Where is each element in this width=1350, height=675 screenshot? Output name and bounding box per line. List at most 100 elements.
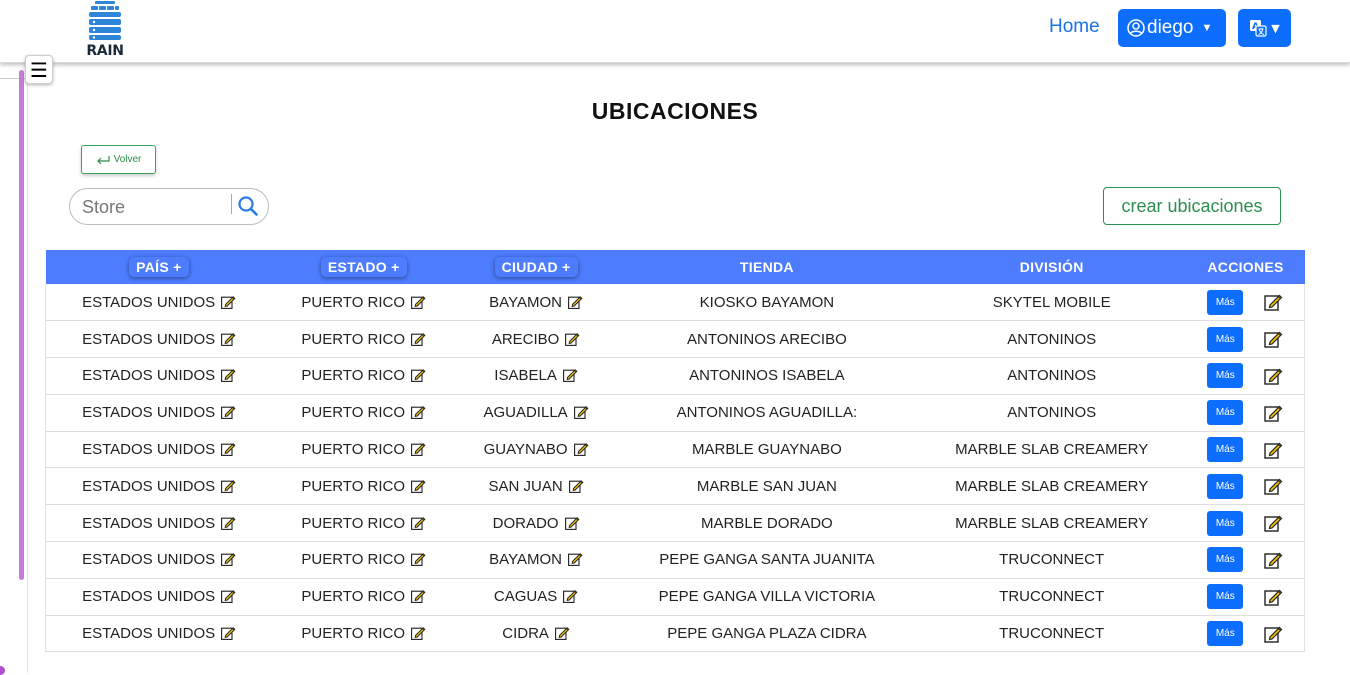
cell-division: MARBLE SLAB CREAMERY [916,504,1187,543]
edit-pais-icon[interactable] [220,367,236,383]
ciudad-value: AGUADILLA [483,404,568,422]
more-button[interactable]: Más [1207,510,1244,536]
pais-value: ESTADOS UNIDOS [82,404,216,422]
column-header-ciudad[interactable]: CIUDAD + [455,250,617,284]
edit-estado-icon[interactable] [410,404,426,420]
edit-estado-icon[interactable] [410,588,426,604]
edit-estado-icon[interactable] [410,331,426,347]
table-row: ESTADOS UNIDOS PUERTO RICO SAN JUAN MARB… [45,467,1305,506]
column-header-estado[interactable]: ESTADO + [272,250,456,284]
ciudad-value: GUAYNABO [483,441,568,459]
column-header-pais[interactable]: PAÍS + [45,250,273,284]
edit-ciudad-icon[interactable] [573,441,589,457]
edit-pais-icon[interactable] [220,331,236,347]
edit-ciudad-icon[interactable] [568,478,584,494]
more-button[interactable]: Más [1207,584,1244,610]
more-button[interactable]: Más [1207,437,1244,463]
cell-estado: PUERTO RICO [272,357,456,395]
edit-ciudad-icon[interactable] [567,551,583,567]
logo-text: RAIN [86,43,124,59]
pais-value: ESTADOS UNIDOS [82,625,216,643]
sort-estado-button[interactable]: ESTADO + [320,257,407,277]
edit-row-icon[interactable] [1263,366,1283,386]
create-location-button[interactable]: crear ubicaciones [1103,187,1281,225]
edit-ciudad-icon[interactable] [564,515,580,531]
edit-ciudad-icon[interactable] [573,404,589,420]
edit-ciudad-icon[interactable] [562,367,578,383]
table-header-row: PAÍS + ESTADO + CIUDAD + TIENDA DIVISIÓN… [45,250,1305,284]
language-menu-button[interactable]: A ▼ [1238,9,1291,47]
cell-ciudad: GUAYNABO [455,431,617,469]
more-button[interactable]: Más [1207,621,1244,647]
edit-estado-icon[interactable] [410,294,426,310]
edit-row-icon[interactable] [1263,513,1283,533]
cell-ciudad: BAYAMON [455,284,617,322]
edit-pais-icon[interactable] [220,441,236,457]
cell-acciones: Más [1186,394,1305,432]
cell-pais: ESTADOS UNIDOS [45,357,273,395]
estado-value: PUERTO RICO [301,367,406,385]
edit-row-icon[interactable] [1263,587,1283,607]
edit-row-icon[interactable] [1263,550,1283,570]
cell-pais: ESTADOS UNIDOS [45,615,273,653]
more-button[interactable]: Más [1207,289,1244,315]
pais-value: ESTADOS UNIDOS [82,588,216,606]
ciudad-value: CIDRA [502,625,549,643]
edit-estado-icon[interactable] [410,625,426,641]
edit-pais-icon[interactable] [220,588,236,604]
cell-ciudad: CIDRA [455,615,617,653]
pais-value: ESTADOS UNIDOS [82,514,216,532]
edit-row-icon[interactable] [1263,329,1283,349]
cell-estado: PUERTO RICO [272,394,456,432]
cell-division: TRUCONNECT [916,578,1187,616]
cell-division: TRUCONNECT [916,541,1187,579]
edit-row-icon[interactable] [1263,476,1283,496]
edit-pais-icon[interactable] [220,515,236,531]
estado-value: PUERTO RICO [301,588,406,606]
pais-value: ESTADOS UNIDOS [82,551,216,569]
edit-row-icon[interactable] [1263,440,1283,460]
more-button[interactable]: Más [1207,400,1244,426]
edit-pais-icon[interactable] [220,551,236,567]
cell-estado: PUERTO RICO [272,615,456,653]
edit-estado-icon[interactable] [410,515,426,531]
sidebar-toggle-button[interactable]: ☰ [25,55,53,84]
cell-tienda: ANTONINOS AGUADILLA: [617,394,917,432]
cell-ciudad: SAN JUAN [455,467,617,506]
cell-estado: PUERTO RICO [272,541,456,579]
edit-estado-icon[interactable] [410,551,426,567]
edit-pais-icon[interactable] [220,404,236,420]
sort-ciudad-button[interactable]: CIUDAD + [494,257,578,277]
more-button[interactable]: Más [1207,363,1244,389]
sort-pais-button[interactable]: PAÍS + [129,257,189,277]
edit-pais-icon[interactable] [220,625,236,641]
cell-tienda: PEPE GANGA VILLA VICTORIA [617,578,917,616]
search-icon[interactable] [237,195,259,217]
edit-estado-icon[interactable] [410,441,426,457]
edit-pais-icon[interactable] [220,478,236,494]
edit-ciudad-icon[interactable] [554,625,570,641]
sidebar-scrollbar[interactable] [19,70,24,580]
edit-ciudad-icon[interactable] [562,588,578,604]
user-menu-button[interactable]: diego ▼ [1118,9,1226,47]
edit-row-icon[interactable] [1263,624,1283,644]
edit-estado-icon[interactable] [410,478,426,494]
rain-logo[interactable]: RAIN [84,0,126,62]
cell-estado: PUERTO RICO [272,284,456,322]
more-button[interactable]: Más [1207,547,1244,573]
pais-value: ESTADOS UNIDOS [82,330,216,348]
more-button[interactable]: Más [1207,326,1244,352]
pais-value: ESTADOS UNIDOS [82,477,216,495]
table-row: ESTADOS UNIDOS PUERTO RICO ISABELA ANTON… [45,357,1305,395]
edit-row-icon[interactable] [1263,292,1283,312]
home-link[interactable]: Home [1049,16,1100,38]
back-button[interactable]: Volver [81,145,156,174]
back-button-label: Volver [113,154,142,165]
edit-row-icon[interactable] [1263,403,1283,423]
edit-ciudad-icon[interactable] [567,294,583,310]
edit-estado-icon[interactable] [410,367,426,383]
edit-pais-icon[interactable] [220,294,236,310]
edit-ciudad-icon[interactable] [564,331,580,347]
more-button[interactable]: Más [1207,473,1244,499]
search-input[interactable] [82,195,230,219]
